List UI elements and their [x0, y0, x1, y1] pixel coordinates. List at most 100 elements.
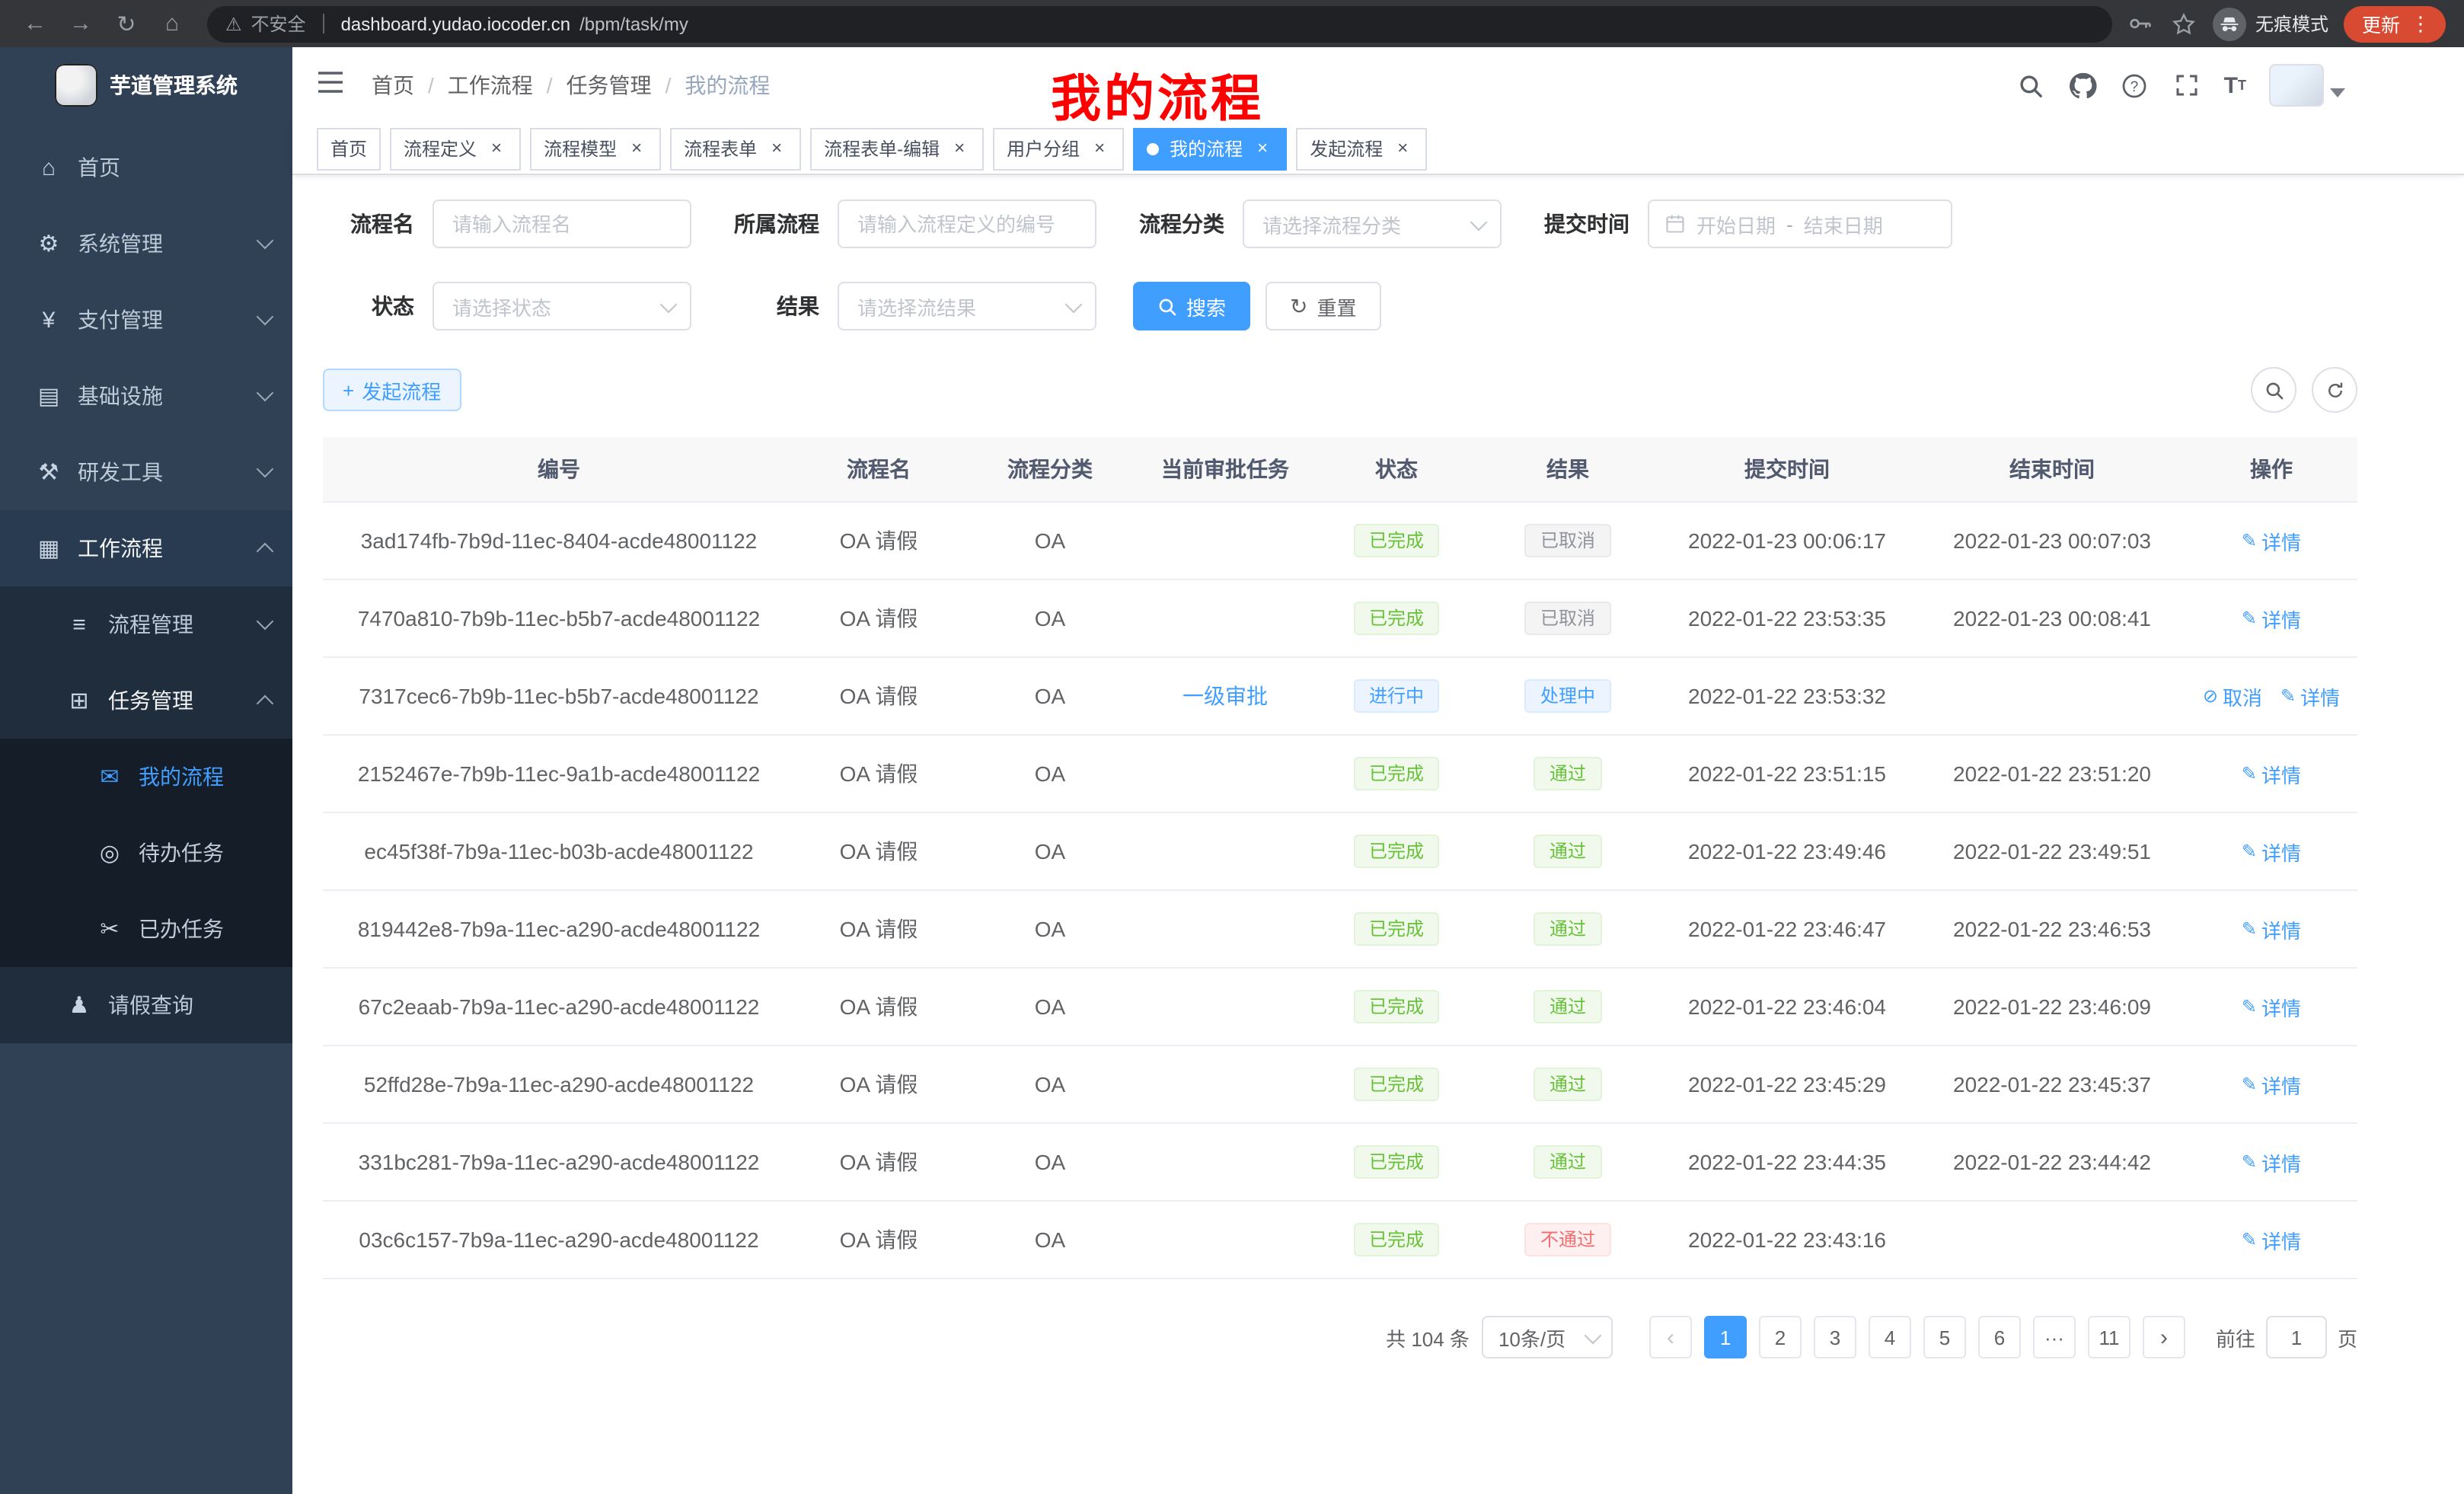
total-count: 共 104 条	[1386, 1323, 1470, 1352]
status-select[interactable]: 请选择状态	[432, 282, 691, 330]
help-icon[interactable]	[2121, 71, 2150, 100]
action-label: 详情	[2261, 526, 2301, 555]
page-button-4[interactable]: 4	[1869, 1316, 1911, 1358]
close-icon[interactable]: ×	[486, 138, 507, 159]
reset-button[interactable]: ↻ 重置	[1266, 282, 1381, 330]
sidebar-item-done-task[interactable]: ✂已办任务	[0, 891, 292, 967]
page-size-value: 10条/页	[1499, 1323, 1566, 1352]
tab-首页[interactable]: 首页	[317, 127, 381, 170]
more-pages-button[interactable]: ···	[2033, 1316, 2076, 1358]
tab-发起流程[interactable]: 发起流程×	[1296, 127, 1427, 170]
cell-actions: ✎详情	[2185, 812, 2357, 890]
page-size-select[interactable]: 10条/页	[1482, 1316, 1613, 1358]
breadcrumb-item[interactable]: 任务管理	[567, 70, 652, 101]
devtools-icon: ⚒	[34, 458, 64, 486]
toggle-search-button[interactable]	[2251, 367, 2296, 413]
page-button-5[interactable]: 5	[1923, 1316, 1966, 1358]
sidebar-item-workflow[interactable]: ▦工作流程	[0, 510, 292, 586]
detail-action-link[interactable]: ✎详情	[2242, 759, 2301, 788]
sidebar-item-label: 请假查询	[108, 990, 292, 1020]
process-name-input[interactable]	[432, 200, 691, 248]
search-icon[interactable]	[2017, 71, 2046, 100]
breadcrumb-item[interactable]: 工作流程	[448, 70, 533, 101]
browser-update-button[interactable]: 更新 ⋮	[2344, 5, 2446, 42]
omnibox-divider	[323, 14, 324, 34]
close-icon[interactable]: ×	[626, 138, 647, 159]
address-bar[interactable]: ⚠ 不安全 dashboard.yudao.iocoder.cn/bpm/tas…	[207, 5, 2112, 42]
edit-icon: ✎	[2242, 841, 2257, 862]
tab-流程表单[interactable]: 流程表单×	[670, 127, 801, 170]
sidebar-item-process-management[interactable]: ≡流程管理	[0, 586, 292, 662]
password-key-icon[interactable]	[2127, 10, 2155, 37]
sidebar-item-payment[interactable]: ¥支付管理	[0, 282, 292, 358]
chevron-down-icon	[257, 613, 274, 630]
sidebar-item-leave-query[interactable]: ♟请假查询	[0, 967, 292, 1043]
detail-action-link[interactable]: ✎详情	[2242, 526, 2301, 555]
page-button-11[interactable]: 11	[2088, 1316, 2130, 1358]
user-avatar[interactable]	[2269, 64, 2345, 107]
sidebar-item-devtools[interactable]: ⚒研发工具	[0, 434, 292, 510]
sidebar-item-home[interactable]: ⌂首页	[0, 129, 292, 206]
cell-id: 3ad174fb-7b9d-11ec-8404-acde48001122	[323, 502, 795, 579]
tab-用户分组[interactable]: 用户分组×	[993, 127, 1124, 170]
browser-back-icon[interactable]: ←	[15, 4, 55, 43]
tab-流程定义[interactable]: 流程定义×	[390, 127, 521, 170]
search-button[interactable]: 搜索	[1133, 282, 1250, 330]
detail-action-link[interactable]: ✎详情	[2242, 1148, 2301, 1176]
detail-action-link[interactable]: ✎详情	[2242, 837, 2301, 866]
action-label: 详情	[2261, 915, 2301, 943]
detail-action-link[interactable]: ✎详情	[2242, 915, 2301, 943]
browser-home-icon[interactable]: ⌂	[152, 4, 192, 43]
result-select[interactable]: 请选择流结果	[838, 282, 1096, 330]
submit-time-range-picker[interactable]: 开始日期 - 结束日期	[1648, 200, 1952, 248]
close-icon[interactable]: ×	[1252, 138, 1273, 159]
bookmark-star-icon[interactable]	[2170, 10, 2197, 37]
close-icon[interactable]: ×	[766, 138, 787, 159]
close-icon[interactable]: ×	[1392, 138, 1413, 159]
browser-forward-icon[interactable]: →	[61, 4, 101, 43]
detail-action-link[interactable]: ✎详情	[2280, 682, 2340, 710]
sidebar-toggle-icon[interactable]	[317, 70, 347, 101]
sidebar-item-my-process[interactable]: ✉我的流程	[0, 739, 292, 815]
select-placeholder: 请选择状态	[452, 292, 551, 321]
detail-action-link[interactable]: ✎详情	[2242, 1225, 2301, 1254]
process-definition-input[interactable]	[838, 200, 1096, 248]
next-page-button[interactable]: ›	[2143, 1316, 2185, 1358]
page-button-2[interactable]: 2	[1759, 1316, 1802, 1358]
detail-action-link[interactable]: ✎详情	[2242, 992, 2301, 1021]
fullscreen-icon[interactable]	[2172, 71, 2201, 100]
detail-action-link[interactable]: ✎详情	[2242, 604, 2301, 633]
cell-actions: ✎详情	[2185, 890, 2357, 968]
browser-reload-icon[interactable]: ↻	[107, 4, 146, 43]
goto-page-input[interactable]	[2266, 1316, 2327, 1358]
cell-submit-time: 2022-01-22 23:53:32	[1655, 657, 1919, 735]
cell-status: 已完成	[1313, 502, 1480, 579]
refresh-icon	[2325, 380, 2344, 400]
tab-流程模型[interactable]: 流程模型×	[530, 127, 661, 170]
cell-category: OA	[962, 735, 1138, 812]
sidebar-item-todo-task[interactable]: ◎待办任务	[0, 815, 292, 891]
browser-menu-icon[interactable]: ⋮	[2411, 11, 2430, 36]
create-process-button[interactable]: + 发起流程	[323, 369, 461, 411]
sidebar-item-system[interactable]: ⚙系统管理	[0, 206, 292, 282]
status-label: 状态	[323, 291, 414, 321]
page-button-1[interactable]: 1	[1704, 1316, 1747, 1358]
tab-我的流程[interactable]: 我的流程×	[1133, 127, 1287, 170]
font-size-icon[interactable]: TT	[2224, 71, 2246, 100]
sidebar-item-task-management[interactable]: ⊞任务管理	[0, 662, 292, 739]
process-category-select[interactable]: 请选择流程分类	[1243, 200, 1502, 248]
page-button-3[interactable]: 3	[1814, 1316, 1856, 1358]
tab-流程表单-编辑[interactable]: 流程表单-编辑×	[810, 127, 984, 170]
breadcrumb-item[interactable]: 首页	[372, 70, 414, 101]
page-button-6[interactable]: 6	[1978, 1316, 2021, 1358]
detail-action-link[interactable]: ✎详情	[2242, 1070, 2301, 1099]
current-task-link[interactable]: 一级审批	[1183, 684, 1268, 708]
close-icon[interactable]: ×	[949, 138, 970, 159]
github-icon[interactable]	[2069, 71, 2098, 100]
status-badge: 已完成	[1354, 757, 1439, 790]
cancel-action-link[interactable]: ⊘取消	[2203, 682, 2262, 710]
status-badge: 已完成	[1354, 602, 1439, 635]
close-icon[interactable]: ×	[1089, 138, 1110, 159]
refresh-table-button[interactable]	[2312, 367, 2357, 413]
sidebar-item-infrastructure[interactable]: ▤基础设施	[0, 358, 292, 434]
